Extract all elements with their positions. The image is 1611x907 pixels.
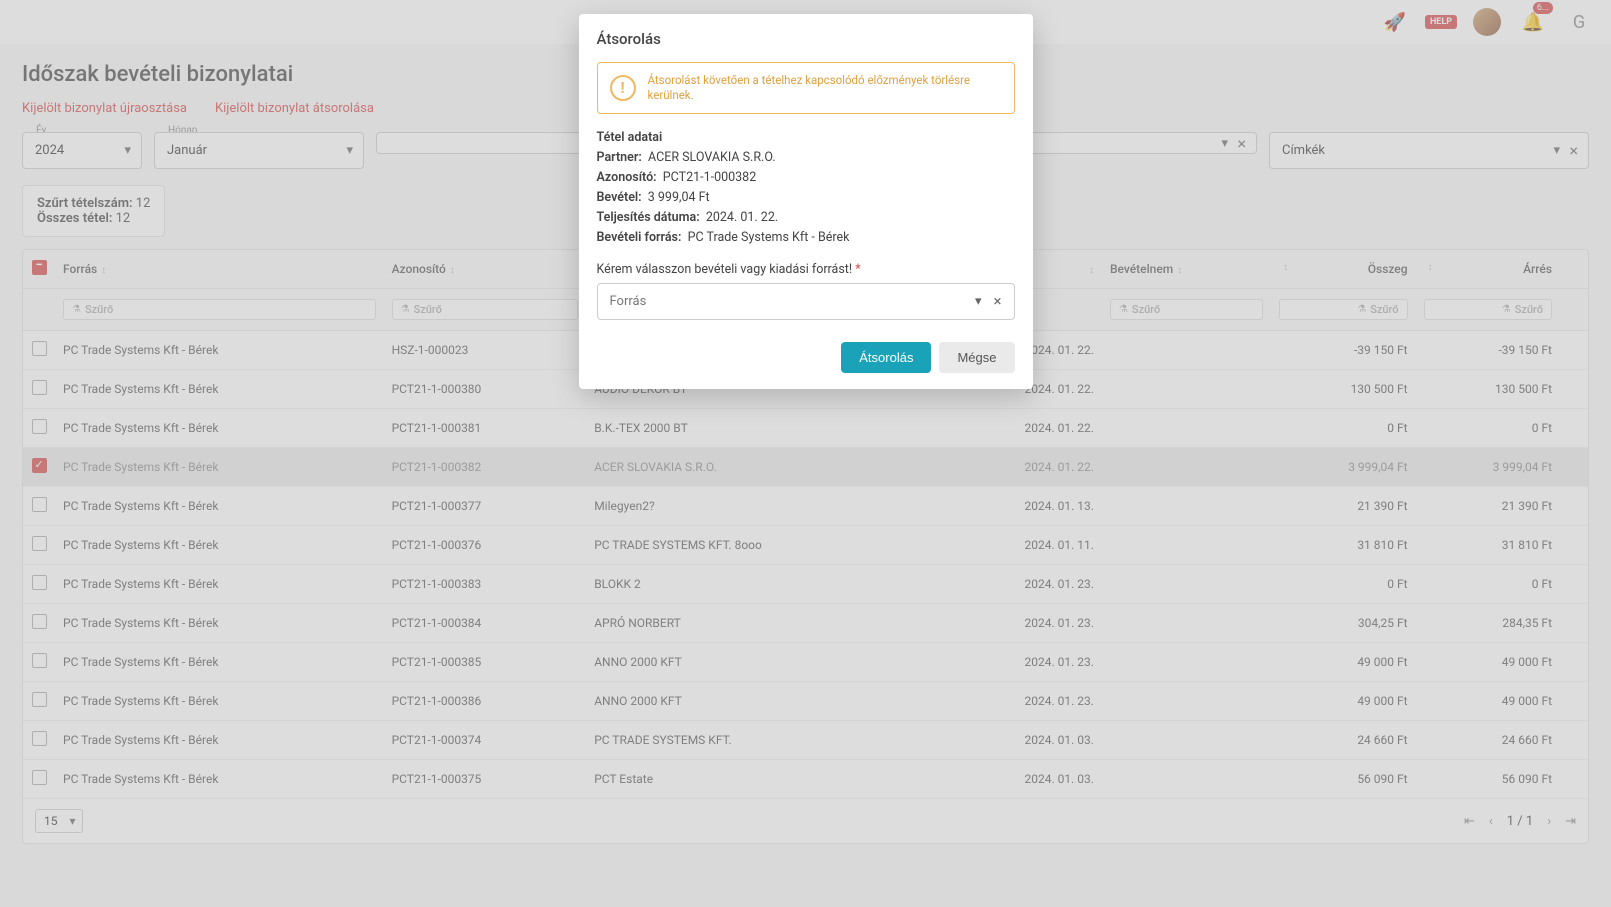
cancel-button[interactable]: Mégse bbox=[939, 342, 1014, 373]
reclassify-modal: Átsorolás ! Átsorolást követően a tételh… bbox=[579, 14, 1033, 389]
warning-box: ! Átsorolást követően a tételhez kapcsol… bbox=[597, 62, 1015, 114]
chevron-down-icon: ▾ bbox=[975, 294, 982, 309]
modal-select-label: Kérem válasszon bevételi vagy kiadási fo… bbox=[597, 262, 1015, 277]
modal-title: Átsorolás bbox=[597, 30, 1015, 48]
detail-block: Tétel adatai Partner: ACER SLOVAKIA S.R.… bbox=[597, 128, 1015, 248]
clear-icon[interactable]: × bbox=[993, 292, 1001, 310]
modal-overlay[interactable]: Átsorolás ! Átsorolást követően a tételh… bbox=[0, 0, 1611, 907]
modal-actions: Átsorolás Mégse bbox=[597, 342, 1015, 373]
warning-text: Átsorolást követően a tételhez kapcsolód… bbox=[648, 73, 1002, 103]
warning-icon: ! bbox=[610, 75, 636, 101]
submit-button[interactable]: Átsorolás bbox=[841, 342, 931, 373]
modal-source-select[interactable]: Forrás ▾ × bbox=[597, 283, 1015, 320]
